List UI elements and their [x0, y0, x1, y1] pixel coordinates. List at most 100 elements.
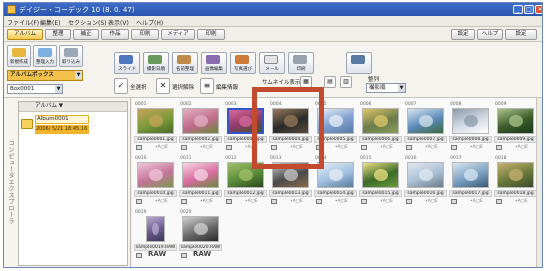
thumbnail-image[interactable] — [407, 108, 444, 134]
menu-view[interactable]: 表示(V) — [108, 18, 129, 27]
album-item[interactable]: Album0001 2006/ 5/21 18:45:16 — [21, 115, 127, 139]
camera-icon[interactable] — [496, 145, 502, 150]
thumbnail-number: 0002 — [180, 102, 192, 107]
camera-icon[interactable] — [361, 145, 367, 150]
thumbnail-image[interactable] — [182, 216, 219, 242]
thumbnail-item[interactable]: 0015 sample0015.jpg •A□E — [359, 156, 402, 208]
tab-album[interactable]: アルバム — [7, 29, 43, 40]
edit-info-button[interactable]: ≡ — [200, 78, 214, 94]
tab-help[interactable]: ヘルプ — [477, 29, 503, 40]
tab-print[interactable]: 印刷 — [131, 29, 159, 40]
thumbnail-image[interactable] — [497, 162, 534, 188]
menu-file[interactable]: ファイル(F) — [7, 18, 39, 27]
detail-icon: ▥ — [343, 78, 349, 85]
new-album-button[interactable]: 新規作成 — [7, 45, 31, 67]
thumbnail-image[interactable] — [407, 162, 444, 188]
mail-label: メール — [265, 67, 279, 72]
print-button[interactable]: 印刷 — [288, 52, 314, 74]
thumbnail-item[interactable]: 0018 sample0018.jpg •A□E — [494, 156, 537, 208]
thumbnail-image[interactable] — [452, 162, 489, 188]
thumbnail-item[interactable]: 0008 sample0008.jpg •A□E — [449, 102, 492, 154]
thumbnail-item[interactable]: 0011 sample0011.jpg •A□E — [179, 156, 222, 208]
chevron-down-icon: ▼ — [58, 103, 63, 109]
rename-button[interactable]: 名前整理 — [172, 52, 198, 74]
sort-dropdown[interactable]: 撮影順 ▼ — [366, 83, 406, 93]
thumbnail-image[interactable] — [182, 108, 219, 134]
menu-section[interactable]: セクション(S) — [68, 18, 107, 27]
import-entry-button[interactable]: 整理入力 — [33, 45, 57, 67]
view-mode-button[interactable]: ▤ — [324, 76, 336, 88]
camera-icon[interactable] — [496, 199, 502, 204]
camera-icon[interactable] — [271, 199, 277, 204]
thumbnail-item[interactable]: 0007 sample0007.jpg •A□E — [404, 102, 447, 154]
thumbnail-image[interactable] — [497, 108, 534, 134]
pick-photo-button[interactable]: 写真選び — [230, 52, 256, 74]
camera-icon[interactable] — [181, 145, 187, 150]
vertical-scrollbar[interactable] — [536, 98, 542, 267]
thumbnail-filename: sample0012.jpg — [224, 190, 267, 197]
select-all-button[interactable]: ✓ — [114, 78, 128, 94]
thumbnail-image[interactable] — [362, 162, 399, 188]
tab-settings-2[interactable]: 設定 — [505, 29, 537, 40]
camera-icon[interactable] — [136, 145, 142, 150]
album-box-dropdown[interactable]: アルバムボックス ▼ — [7, 70, 83, 81]
maximize-button[interactable]: □ — [524, 5, 534, 14]
minimize-button[interactable]: _ — [513, 5, 523, 14]
thumbnail-item[interactable]: 0019 sample0019.RAW RAW — [134, 210, 177, 262]
camera-icon[interactable] — [181, 199, 187, 204]
thumbnail-image[interactable] — [137, 108, 174, 134]
close-button[interactable]: × — [535, 5, 542, 14]
deselect-button[interactable]: ✕ — [156, 78, 170, 94]
mail-button[interactable]: メール — [259, 52, 285, 74]
thumbnail-image[interactable] — [182, 162, 219, 188]
thumbnail-item[interactable]: 0001 sample0001.jpg •A□E — [134, 102, 177, 154]
thumbnail-filename: sample0014.jpg — [314, 190, 357, 197]
thumbnail-image[interactable] — [452, 108, 489, 134]
menu-edit[interactable]: 編集(E) — [40, 18, 60, 27]
slide-button[interactable]: スライド — [114, 52, 140, 74]
tab-print-2[interactable]: 印刷 — [197, 29, 225, 40]
camera-icon[interactable] — [451, 199, 457, 204]
album-name[interactable]: Album0001 — [35, 115, 89, 124]
camera-icon[interactable] — [136, 199, 142, 204]
camera-icon[interactable] — [406, 145, 412, 150]
thumbnail-image[interactable] — [137, 162, 174, 188]
thumbnail-item[interactable]: 0020 sample0020.RAW RAW — [179, 210, 222, 262]
thumbnail-item[interactable]: 0017 sample0017.jpg •A□E — [449, 156, 492, 208]
album-date: 2006/ 5/21 18:45:16 — [35, 125, 89, 134]
camera-icon[interactable] — [316, 199, 322, 204]
thumbnail-grid: 0001 sample0001.jpg •A□E 0002 sample0002.jpg… — [132, 98, 542, 267]
camera-icon[interactable] — [136, 253, 142, 258]
menu-help[interactable]: ヘルプ(H) — [136, 18, 163, 27]
camera-icon[interactable] — [451, 145, 457, 150]
thumbnail-item[interactable]: 0006 sample0006.jpg •A□E — [359, 102, 402, 154]
album-tree-header[interactable]: アルバム ▼ — [19, 102, 127, 112]
photo-subject — [193, 115, 208, 127]
tab-correct[interactable]: 補正 — [73, 29, 99, 40]
tab-media[interactable]: メディア — [161, 29, 195, 40]
camera-icon[interactable] — [181, 253, 187, 258]
camera-icon[interactable] — [226, 199, 232, 204]
sort-date-button[interactable]: 撮影日順 — [143, 52, 169, 74]
thumbnail-item[interactable]: 0010 sample0010.jpg •A□E — [134, 156, 177, 208]
tab-create[interactable]: 作品 — [101, 29, 129, 40]
export-button[interactable] — [346, 52, 372, 74]
camera-icon[interactable] — [406, 199, 412, 204]
thumbnail-item[interactable]: 0002 sample0002.jpg •A□E — [179, 102, 222, 154]
thumbnail-image[interactable] — [362, 108, 399, 134]
thumbnail-image[interactable] — [146, 216, 165, 242]
thumbnail-info: •A□E — [425, 145, 438, 150]
tab-organize[interactable]: 整理 — [45, 29, 71, 40]
edit-image-button[interactable]: 画像編集 — [201, 52, 227, 74]
tab-settings[interactable]: 設定 — [451, 29, 475, 40]
thumbnail-item[interactable]: 0016 sample0016.jpg •A□E — [404, 156, 447, 208]
camera-icon[interactable] — [226, 145, 232, 150]
thumbnail-number: 0017 — [450, 156, 462, 161]
album-icon — [12, 48, 26, 57]
thumbnail-number: 0003 — [225, 102, 237, 107]
capture-button[interactable]: 取り込み — [59, 45, 83, 67]
view-mode-button-2[interactable]: ▥ — [340, 76, 352, 88]
thumbnail-item[interactable]: 0009 sample0009.jpg •A□E — [494, 102, 537, 154]
camera-icon[interactable] — [361, 199, 367, 204]
box-select[interactable]: Box0001 ▼ — [7, 84, 63, 94]
